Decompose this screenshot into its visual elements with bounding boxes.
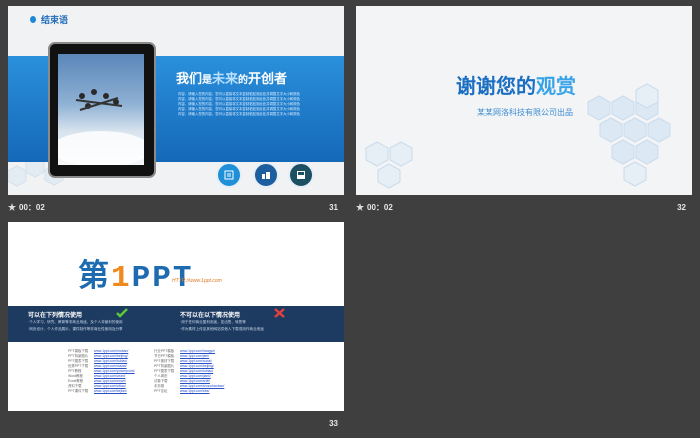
bullet-dot-icon	[30, 16, 36, 23]
link-row: PPT论坛 www.1ppt.com/bbs/	[154, 389, 224, 394]
company-subtitle: 某某网洛科技有限公司出品	[477, 108, 573, 117]
slide-footer-31: 00：02 31	[8, 199, 344, 215]
slide-number: 31	[329, 202, 338, 212]
link-row: PPT课件下载 www.1ppt.com/kejian/	[68, 389, 135, 394]
slide-thumbnail-33[interactable]: 第1PPT HTTP://www.1ppt.com 可以在下列情况使用 ·个人学…	[8, 222, 344, 411]
slide-section-title: 结束语	[30, 13, 68, 26]
resource-links-right: 行业PPT模板 www.1ppt.com/hangye/节日PPT模板 www.1p…	[154, 349, 224, 394]
slide-heading: 我们是未来的开创者	[176, 71, 288, 86]
body-text: 内容，请输入您的内容，您可以直接将文本复制粘贴到此处并调整文字大小和颜色 内容，…	[178, 92, 301, 117]
allowed-title: 可以在下列情况使用	[28, 313, 83, 319]
hexagon-decoration	[365, 83, 671, 189]
slide-footer-32: 00：02 32	[356, 199, 692, 215]
link-label: PPT论坛	[154, 389, 168, 393]
slide-timing: 00：02	[367, 202, 393, 212]
forbidden-line: ·用于任何商业盈利用途，如出售、转售等	[180, 320, 246, 324]
thank-you-heading: 谢谢您的观赏	[456, 76, 576, 98]
animation-star-icon	[356, 203, 364, 211]
usage-terms-band: 可以在下列情况使用 ·个人学习、研究、教育等非商业用途，及个人非营利的使用 ·网…	[8, 306, 344, 342]
link-url[interactable]: www.1ppt.com/kejian/	[94, 389, 127, 394]
skydivers-photo	[58, 54, 144, 165]
allowed-line: ·个人学习、研究、教育等非商业用途，及个人非营利的使用	[28, 320, 123, 324]
document-icon[interactable]	[216, 162, 242, 188]
building-icon[interactable]	[253, 162, 279, 188]
tablet-image	[48, 42, 156, 178]
link-label: PPT课件下载	[68, 389, 89, 393]
brand-logo: 第1PPT	[78, 261, 194, 296]
link-url[interactable]: www.1ppt.com/bbs/	[180, 389, 209, 394]
slide-thumbnail-31[interactable]: 结束语 我们是未来的开创者 内容，请输入您的内容，您可以直接将文本复制粘贴到此处…	[8, 6, 344, 195]
resource-links-left: PPT模板下载 www.1ppt.com/moban/PPT背景图片 www.1pp…	[68, 349, 135, 394]
slide-number: 32	[677, 202, 686, 212]
forbidden-line: ·作为素材上传至其他网站供他人下载或用作商业用途	[180, 327, 264, 331]
forbidden-title: 不可以在以下情况使用	[180, 313, 241, 319]
allowed-line: ·网页设计、个人作品展示、课件制作等非商业性使用及分享	[28, 327, 123, 331]
logo-url: HTTP://www.1ppt.com	[172, 278, 222, 284]
slide-number: 33	[329, 418, 338, 428]
slide-thumbnail-32[interactable]: 谢谢您的观赏 某某网洛科技有限公司出品	[356, 6, 692, 195]
cross-icon	[274, 308, 285, 318]
newspaper-icon[interactable]	[288, 162, 314, 188]
checkmark-icon	[116, 308, 128, 318]
slide-footer-33: 33	[8, 415, 344, 431]
animation-star-icon	[8, 203, 16, 211]
slide-timing: 00：02	[19, 202, 45, 212]
